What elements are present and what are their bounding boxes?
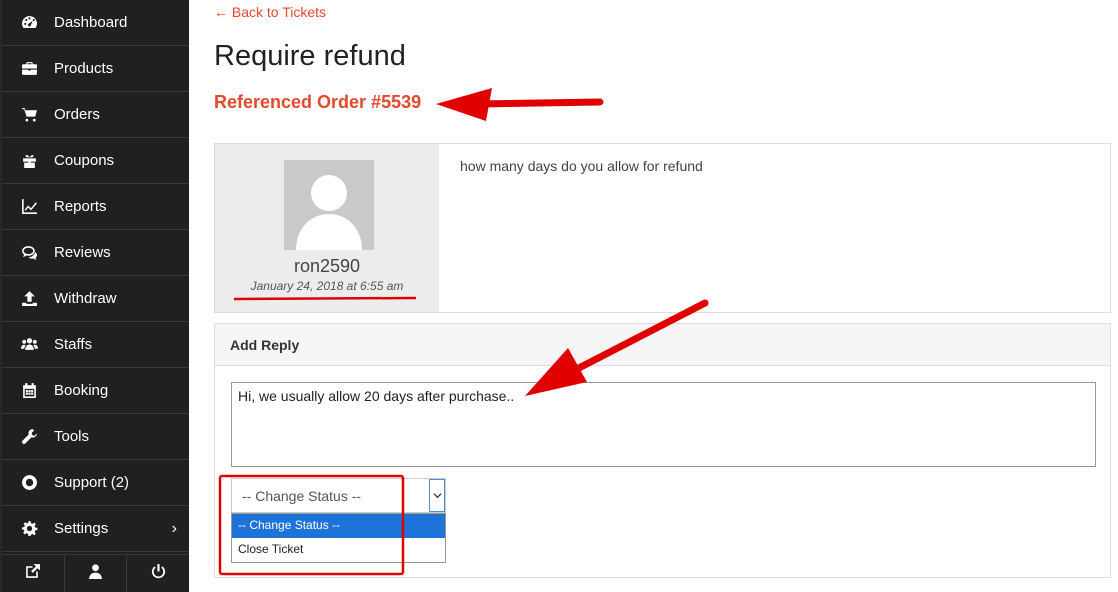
referenced-order-link[interactable]: Referenced Order #5539: [214, 92, 421, 113]
sidebar-item-label: Booking: [54, 382, 109, 399]
main-content: ← Back to Tickets Require refund Referen…: [189, 0, 1118, 592]
upload-icon: [20, 290, 38, 308]
sidebar-item-reports[interactable]: Reports: [2, 184, 189, 230]
sidebar-item-label: Reports: [54, 198, 107, 215]
default-avatar-icon: [296, 175, 362, 250]
ticket-author: ron2590 January 24, 2018 at 6:55 am: [215, 144, 439, 312]
external-link-icon: [24, 563, 41, 585]
chevron-down-icon[interactable]: [429, 479, 445, 512]
logout-button[interactable]: [127, 555, 189, 592]
sidebar-footer: [2, 554, 189, 592]
sidebar: Dashboard Products Orders Coupons Report…: [0, 0, 189, 592]
user-icon: [87, 563, 104, 585]
sidebar-item-coupons[interactable]: Coupons: [2, 138, 189, 184]
comments-icon: [20, 244, 38, 262]
sidebar-item-label: Withdraw: [54, 290, 117, 307]
reply-textarea[interactable]: [231, 382, 1096, 467]
briefcase-icon: [20, 60, 38, 78]
sidebar-item-label: Reviews: [54, 244, 111, 261]
reply-panel: Add Reply -- Change Status -- -- Change …: [214, 323, 1111, 578]
status-selected-value: -- Change Status --: [242, 488, 362, 504]
sidebar-item-label: Tools: [54, 428, 90, 445]
sidebar-item-orders[interactable]: Orders: [2, 92, 189, 138]
sidebar-item-settings[interactable]: Settings ›: [2, 506, 189, 552]
cart-icon: [20, 106, 38, 124]
ticket-message: ron2590 January 24, 2018 at 6:55 am how …: [214, 143, 1111, 313]
chart-line-icon: [20, 198, 38, 216]
sidebar-item-label: Settings: [54, 520, 109, 537]
lifebuoy-icon: [20, 474, 38, 492]
calendar-icon: [20, 382, 38, 400]
power-icon: [150, 563, 167, 585]
sidebar-item-withdraw[interactable]: Withdraw: [2, 276, 189, 322]
gear-icon: [20, 520, 38, 538]
sidebar-item-label: Dashboard: [54, 14, 128, 31]
sidebar-item-tools[interactable]: Tools: [2, 414, 189, 460]
status-option-close-ticket[interactable]: Close Ticket: [232, 538, 445, 562]
wrench-icon: [20, 428, 38, 446]
sidebar-item-label: Support (2): [54, 474, 130, 491]
visit-store-button[interactable]: [2, 555, 65, 592]
reply-heading: Add Reply: [215, 324, 1110, 366]
message-text: how many days do you allow for refund: [460, 158, 703, 174]
sidebar-item-staffs[interactable]: Staffs: [2, 322, 189, 368]
message-date: January 24, 2018 at 6:55 am: [250, 279, 404, 293]
sidebar-item-booking[interactable]: Booking: [2, 368, 189, 414]
avatar: [284, 160, 374, 250]
author-name: ron2590: [293, 256, 361, 276]
sidebar-item-label: Orders: [54, 106, 100, 123]
sidebar-item-support[interactable]: Support (2): [2, 460, 189, 506]
sidebar-item-label: Staffs: [54, 336, 93, 353]
sidebar-item-reviews[interactable]: Reviews: [2, 230, 189, 276]
users-icon: [20, 336, 38, 354]
sidebar-item-products[interactable]: Products: [2, 46, 189, 92]
back-to-tickets-link[interactable]: ← Back to Tickets: [214, 4, 326, 20]
sidebar-item-dashboard[interactable]: Dashboard: [2, 0, 189, 46]
status-dropdown-list: -- Change Status -- Close Ticket: [231, 513, 446, 563]
sidebar-item-label: Products: [54, 60, 114, 77]
page-title: Require refund: [214, 40, 406, 72]
dashboard-icon: [20, 14, 38, 32]
profile-button[interactable]: [65, 555, 128, 592]
sidebar-item-label: Coupons: [54, 152, 115, 169]
change-status-select[interactable]: -- Change Status --: [231, 478, 446, 513]
status-option-change-status[interactable]: -- Change Status --: [232, 514, 445, 538]
gift-icon: [20, 152, 38, 170]
chevron-right-icon: ›: [171, 520, 177, 537]
